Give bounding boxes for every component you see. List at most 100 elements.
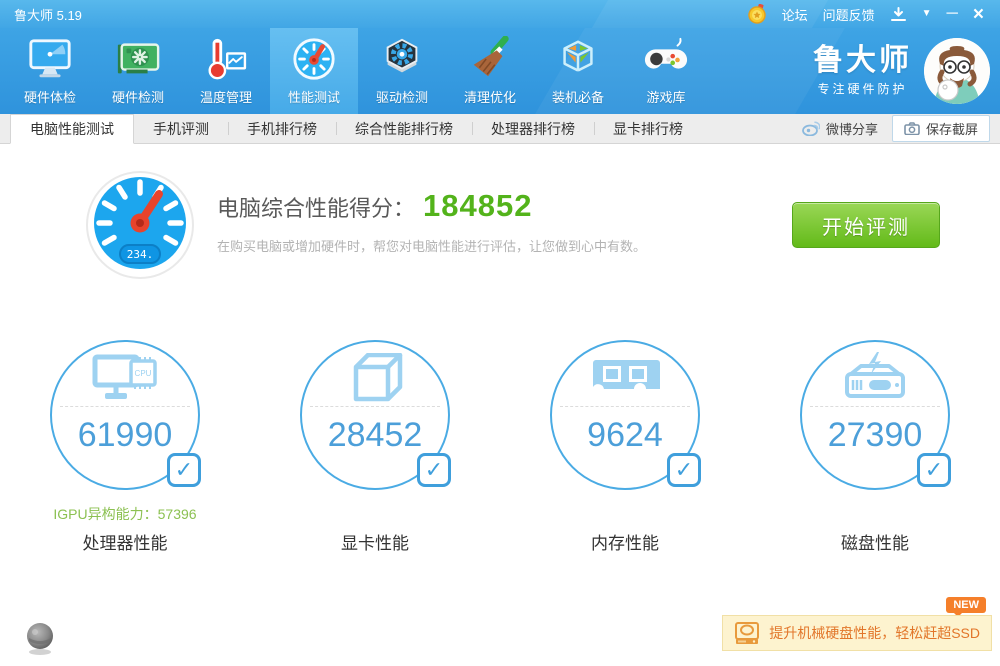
toolbar-item-game-library[interactable]: 游戏库 bbox=[622, 28, 710, 114]
overall-score-section: 234. 电脑综合性能得分： 184852 在购买电脑或增加硬件时，帮您对电脑性… bbox=[0, 144, 1000, 280]
save-screenshot-button[interactable]: 保存截屏 bbox=[891, 115, 990, 142]
gpu-score-card: 28452 ✓ 显卡性能 bbox=[250, 340, 500, 554]
ssd-promo-text: 提升机械硬盘性能，轻松赶超SSD bbox=[769, 625, 980, 641]
feedback-link[interactable]: 问题反馈 bbox=[823, 5, 875, 24]
disk-include-checkbox[interactable]: ✓ bbox=[917, 453, 951, 487]
ram-module-icon bbox=[552, 342, 698, 404]
tab-label: 处理器排行榜 bbox=[491, 120, 575, 137]
toolbar-label: 装机必备 bbox=[551, 90, 604, 105]
toolbar-label: 性能测试 bbox=[287, 90, 340, 105]
toolbar-label: 硬件体检 bbox=[23, 90, 76, 105]
ram-score-value: 9624 bbox=[587, 416, 663, 454]
close-button[interactable]: × bbox=[973, 5, 984, 24]
gpu-card-label: 显卡性能 bbox=[341, 534, 409, 553]
thermometer-chart-icon bbox=[202, 35, 250, 83]
tab-label: 手机评测 bbox=[153, 120, 209, 137]
toolbar-item-hardware-checkup[interactable]: 硬件体检 bbox=[6, 28, 94, 114]
toolbar-label: 驱动检测 bbox=[375, 90, 428, 105]
disk-score-value: 27390 bbox=[827, 416, 923, 454]
hard-disk-bolt-icon bbox=[802, 342, 948, 404]
tab-overall-ranking[interactable]: 综合性能排行榜 bbox=[336, 114, 472, 143]
monitor-scan-icon bbox=[26, 35, 74, 83]
download-icon[interactable] bbox=[890, 6, 907, 22]
hexagon-gear-icon bbox=[378, 35, 426, 83]
titlebar: 鲁大师 5.19 论坛 问题反馈 ▼ ─ × bbox=[0, 0, 1000, 28]
tab-phone-review[interactable]: 手机评测 bbox=[134, 114, 228, 143]
speed-gauge-icon bbox=[290, 35, 338, 83]
cpu-include-checkbox[interactable]: ✓ bbox=[167, 453, 201, 487]
toolbar-label: 温度管理 bbox=[199, 90, 252, 105]
toolbar-item-install-essentials[interactable]: 装机必备 bbox=[534, 28, 622, 114]
cpu-score-value: 61990 bbox=[77, 416, 173, 454]
cpu-score-card: CPU 61990 ✓ IGPU异构能力： 57396 处理器性能 bbox=[0, 340, 250, 554]
svg-text:CPU: CPU bbox=[135, 369, 152, 378]
ram-card-label: 内存性能 bbox=[591, 534, 659, 553]
tab-label: 手机排行榜 bbox=[247, 120, 317, 137]
ram-include-checkbox[interactable]: ✓ bbox=[667, 453, 701, 487]
overall-score-description: 在购买电脑或增加硬件时，帮您对电脑性能进行评估，让您做到心中有数。 bbox=[217, 239, 647, 254]
overall-score-label: 电脑综合性能得分： bbox=[217, 196, 416, 221]
tab-label: 电脑性能测试 bbox=[30, 121, 114, 137]
disk-promo-icon bbox=[735, 622, 760, 644]
cpu-card-label: 处理器性能 bbox=[82, 534, 168, 553]
new-badge[interactable]: NEW bbox=[946, 597, 986, 617]
weibo-icon bbox=[802, 121, 820, 136]
toolbar-label: 清理优化 bbox=[463, 90, 516, 105]
gpu-include-checkbox[interactable]: ✓ bbox=[417, 453, 451, 487]
weibo-share-label: 微博分享 bbox=[825, 122, 878, 137]
start-benchmark-button[interactable]: 开始评测 bbox=[792, 202, 940, 248]
forum-link[interactable]: 论坛 bbox=[782, 5, 808, 24]
overall-score-value: 184852 bbox=[423, 188, 533, 223]
divider bbox=[810, 406, 940, 407]
window-title: 鲁大师 5.19 bbox=[14, 7, 82, 23]
tab-bar: 电脑性能测试 手机评测 手机排行榜 综合性能排行榜 处理器排行榜 显卡排行榜 微… bbox=[0, 114, 1000, 144]
tab-label: 综合性能排行榜 bbox=[355, 120, 453, 137]
tab-pc-performance-test[interactable]: 电脑性能测试 bbox=[10, 114, 134, 144]
brand-area: 鲁大师 专注硬件防护 bbox=[813, 28, 1000, 114]
tab-label: 显卡排行榜 bbox=[613, 120, 683, 137]
toolbar-item-hardware-detect[interactable]: 硬件检测 bbox=[94, 28, 182, 114]
toolbar-item-clean-optimize[interactable]: 清理优化 bbox=[446, 28, 534, 114]
mascot-avatar[interactable] bbox=[924, 38, 990, 104]
divider bbox=[60, 406, 190, 407]
ssd-promo-banner[interactable]: 提升机械硬盘性能，轻松赶超SSD bbox=[722, 615, 992, 651]
ram-score-card: 9624 ✓ 内存性能 bbox=[500, 340, 750, 554]
score-cards: CPU 61990 ✓ IGPU异构能力： 57396 处理器性能 28452 … bbox=[0, 340, 1000, 554]
dropdown-arrow-icon[interactable]: ▼ bbox=[922, 9, 932, 19]
toolbar-item-performance-test[interactable]: 性能测试 bbox=[270, 28, 358, 114]
brand-slogan: 专注硬件防护 bbox=[817, 82, 908, 96]
divider bbox=[310, 406, 440, 407]
wireframe-cube-icon bbox=[302, 342, 448, 404]
big-gauge-icon: 234. bbox=[86, 171, 194, 279]
cpu-monitor-icon: CPU bbox=[52, 342, 198, 404]
gauge-display-value: 234. bbox=[127, 248, 154, 261]
corner-mascot-icon[interactable] bbox=[24, 620, 56, 656]
broom-icon bbox=[466, 35, 514, 83]
igpu-extra-value: 57396 bbox=[157, 506, 197, 522]
toolbar-item-driver-detect[interactable]: 驱动检测 bbox=[358, 28, 446, 114]
igpu-extra-label: IGPU异构能力： bbox=[53, 506, 158, 522]
gpu-score-circle: 28452 ✓ bbox=[300, 340, 451, 490]
weibo-share-button[interactable]: 微博分享 bbox=[802, 119, 878, 138]
brand-name: 鲁大师 bbox=[813, 44, 912, 77]
disk-score-circle: 27390 ✓ bbox=[800, 340, 951, 490]
divider bbox=[560, 406, 690, 407]
toolbar-label: 游戏库 bbox=[646, 90, 686, 105]
toolbar-item-temperature[interactable]: 温度管理 bbox=[182, 28, 270, 114]
gamepad-icon bbox=[642, 35, 690, 83]
disk-card-label: 磁盘性能 bbox=[841, 534, 909, 553]
disk-score-card: 27390 ✓ 磁盘性能 bbox=[750, 340, 1000, 554]
main-toolbar: 硬件体检 硬件检测 温度管理 性能测试 驱动检测 清理优化 装机必备 游戏库 鲁… bbox=[0, 28, 1000, 114]
gpu-score-value: 28452 bbox=[327, 416, 423, 454]
toolbar-label: 硬件检测 bbox=[111, 90, 164, 105]
cpu-score-circle: CPU 61990 ✓ bbox=[50, 340, 201, 490]
minimize-button[interactable]: ─ bbox=[947, 6, 958, 22]
tab-phone-ranking[interactable]: 手机排行榜 bbox=[228, 114, 336, 143]
tab-cpu-ranking[interactable]: 处理器排行榜 bbox=[472, 114, 594, 143]
graphics-card-icon bbox=[114, 35, 162, 83]
camera-icon bbox=[904, 122, 920, 135]
tab-gpu-ranking[interactable]: 显卡排行榜 bbox=[594, 114, 702, 143]
ram-score-circle: 9624 ✓ bbox=[550, 340, 701, 490]
main-content: 234. 电脑综合性能得分： 184852 在购买电脑或增加硬件时，帮您对电脑性… bbox=[0, 144, 1000, 666]
medal-icon[interactable] bbox=[747, 4, 767, 24]
